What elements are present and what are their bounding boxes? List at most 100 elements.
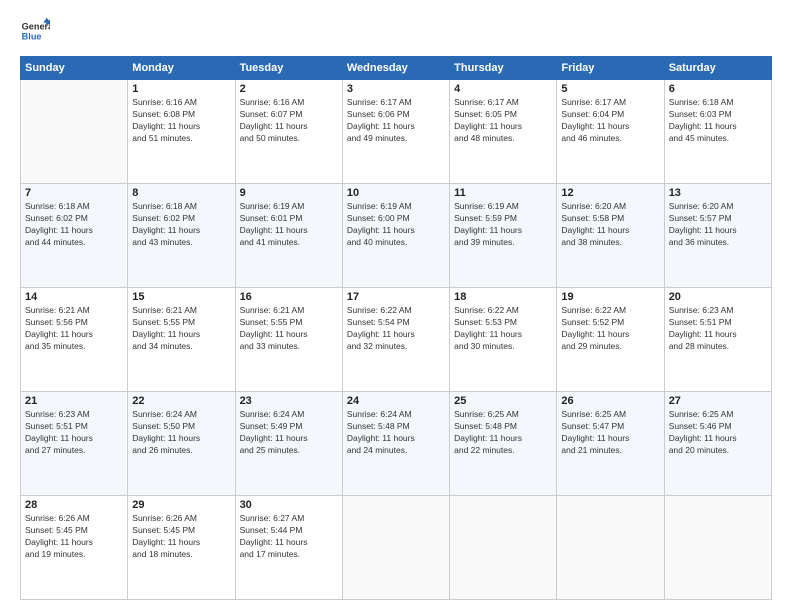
calendar-cell bbox=[664, 496, 771, 600]
day-number: 20 bbox=[669, 291, 767, 303]
week-row-3: 14 Sunrise: 6:21 AM Sunset: 5:56 PM Dayli… bbox=[21, 288, 772, 392]
day-info: Sunrise: 6:19 AM Sunset: 6:01 PM Dayligh… bbox=[240, 201, 338, 249]
day-info: Sunrise: 6:18 AM Sunset: 6:02 PM Dayligh… bbox=[25, 201, 123, 249]
col-header-saturday: Saturday bbox=[664, 57, 771, 80]
week-row-2: 7 Sunrise: 6:18 AM Sunset: 6:02 PM Daylig… bbox=[21, 184, 772, 288]
day-number: 18 bbox=[454, 291, 552, 303]
day-number: 8 bbox=[132, 187, 230, 199]
day-number: 9 bbox=[240, 187, 338, 199]
col-header-thursday: Thursday bbox=[450, 57, 557, 80]
day-number: 19 bbox=[561, 291, 659, 303]
day-number: 14 bbox=[25, 291, 123, 303]
calendar-cell: 18 Sunrise: 6:22 AM Sunset: 5:53 PM Dayli… bbox=[450, 288, 557, 392]
day-info: Sunrise: 6:26 AM Sunset: 5:45 PM Dayligh… bbox=[25, 513, 123, 561]
week-row-1: 1Sunrise: 6:16 AM Sunset: 6:08 PM Daylig… bbox=[21, 80, 772, 184]
day-number: 2 bbox=[240, 83, 338, 95]
day-info: Sunrise: 6:18 AM Sunset: 6:02 PM Dayligh… bbox=[132, 201, 230, 249]
day-number: 23 bbox=[240, 395, 338, 407]
day-info: Sunrise: 6:17 AM Sunset: 6:04 PM Dayligh… bbox=[561, 97, 659, 145]
day-info: Sunrise: 6:19 AM Sunset: 6:00 PM Dayligh… bbox=[347, 201, 445, 249]
calendar-cell: 8 Sunrise: 6:18 AM Sunset: 6:02 PM Daylig… bbox=[128, 184, 235, 288]
day-info: Sunrise: 6:24 AM Sunset: 5:50 PM Dayligh… bbox=[132, 409, 230, 457]
col-header-monday: Monday bbox=[128, 57, 235, 80]
calendar-cell: 24 Sunrise: 6:24 AM Sunset: 5:48 PM Dayli… bbox=[342, 392, 449, 496]
day-number: 15 bbox=[132, 291, 230, 303]
day-info: Sunrise: 6:22 AM Sunset: 5:52 PM Dayligh… bbox=[561, 305, 659, 353]
calendar-body: 1Sunrise: 6:16 AM Sunset: 6:08 PM Daylig… bbox=[21, 80, 772, 600]
calendar-cell: 17 Sunrise: 6:22 AM Sunset: 5:54 PM Dayli… bbox=[342, 288, 449, 392]
calendar-cell: 30 Sunrise: 6:27 AM Sunset: 5:44 PM Dayli… bbox=[235, 496, 342, 600]
svg-text:Blue: Blue bbox=[22, 31, 42, 41]
day-info: Sunrise: 6:25 AM Sunset: 5:46 PM Dayligh… bbox=[669, 409, 767, 457]
week-row-4: 21 Sunrise: 6:23 AM Sunset: 5:51 PM Dayli… bbox=[21, 392, 772, 496]
calendar-cell: 29Sunrise: 6:26 AM Sunset: 5:45 PM Dayli… bbox=[128, 496, 235, 600]
calendar-cell: 26 Sunrise: 6:25 AM Sunset: 5:47 PM Dayli… bbox=[557, 392, 664, 496]
day-number: 16 bbox=[240, 291, 338, 303]
col-header-wednesday: Wednesday bbox=[342, 57, 449, 80]
day-number: 25 bbox=[454, 395, 552, 407]
calendar-cell: 3 Sunrise: 6:17 AM Sunset: 6:06 PM Daylig… bbox=[342, 80, 449, 184]
calendar-cell bbox=[450, 496, 557, 600]
day-number: 11 bbox=[454, 187, 552, 199]
day-number: 5 bbox=[561, 83, 659, 95]
calendar-cell: 16Sunrise: 6:21 AM Sunset: 5:55 PM Dayli… bbox=[235, 288, 342, 392]
day-info: Sunrise: 6:21 AM Sunset: 5:56 PM Dayligh… bbox=[25, 305, 123, 353]
day-number: 24 bbox=[347, 395, 445, 407]
col-header-friday: Friday bbox=[557, 57, 664, 80]
day-number: 12 bbox=[561, 187, 659, 199]
svg-text:General: General bbox=[22, 21, 50, 31]
calendar-header-row: SundayMondayTuesdayWednesdayThursdayFrid… bbox=[21, 57, 772, 80]
calendar-cell: 2Sunrise: 6:16 AM Sunset: 6:07 PM Daylig… bbox=[235, 80, 342, 184]
calendar-cell: 21 Sunrise: 6:23 AM Sunset: 5:51 PM Dayli… bbox=[21, 392, 128, 496]
day-info: Sunrise: 6:20 AM Sunset: 5:57 PM Dayligh… bbox=[669, 201, 767, 249]
col-header-sunday: Sunday bbox=[21, 57, 128, 80]
calendar-cell: 9 Sunrise: 6:19 AM Sunset: 6:01 PM Daylig… bbox=[235, 184, 342, 288]
day-info: Sunrise: 6:21 AM Sunset: 5:55 PM Dayligh… bbox=[132, 305, 230, 353]
calendar-cell: 20 Sunrise: 6:23 AM Sunset: 5:51 PM Dayli… bbox=[664, 288, 771, 392]
day-number: 30 bbox=[240, 499, 338, 511]
day-info: Sunrise: 6:20 AM Sunset: 5:58 PM Dayligh… bbox=[561, 201, 659, 249]
day-number: 6 bbox=[669, 83, 767, 95]
day-number: 17 bbox=[347, 291, 445, 303]
calendar-cell bbox=[21, 80, 128, 184]
day-number: 28 bbox=[25, 499, 123, 511]
day-info: Sunrise: 6:25 AM Sunset: 5:48 PM Dayligh… bbox=[454, 409, 552, 457]
day-number: 7 bbox=[25, 187, 123, 199]
day-number: 13 bbox=[669, 187, 767, 199]
calendar-cell: 12 Sunrise: 6:20 AM Sunset: 5:58 PM Dayli… bbox=[557, 184, 664, 288]
day-number: 22 bbox=[132, 395, 230, 407]
calendar-cell: 14 Sunrise: 6:21 AM Sunset: 5:56 PM Dayli… bbox=[21, 288, 128, 392]
calendar-cell: 19 Sunrise: 6:22 AM Sunset: 5:52 PM Dayli… bbox=[557, 288, 664, 392]
calendar-cell: 15 Sunrise: 6:21 AM Sunset: 5:55 PM Dayli… bbox=[128, 288, 235, 392]
calendar-table: SundayMondayTuesdayWednesdayThursdayFrid… bbox=[20, 56, 772, 600]
calendar-cell: 6 Sunrise: 6:18 AM Sunset: 6:03 PM Daylig… bbox=[664, 80, 771, 184]
day-info: Sunrise: 6:24 AM Sunset: 5:48 PM Dayligh… bbox=[347, 409, 445, 457]
day-info: Sunrise: 6:27 AM Sunset: 5:44 PM Dayligh… bbox=[240, 513, 338, 561]
calendar-cell: 27Sunrise: 6:25 AM Sunset: 5:46 PM Dayli… bbox=[664, 392, 771, 496]
calendar-cell bbox=[557, 496, 664, 600]
calendar-cell: 13 Sunrise: 6:20 AM Sunset: 5:57 PM Dayli… bbox=[664, 184, 771, 288]
day-number: 29 bbox=[132, 499, 230, 511]
calendar-cell: 1Sunrise: 6:16 AM Sunset: 6:08 PM Daylig… bbox=[128, 80, 235, 184]
day-info: Sunrise: 6:23 AM Sunset: 5:51 PM Dayligh… bbox=[669, 305, 767, 353]
day-info: Sunrise: 6:16 AM Sunset: 6:08 PM Dayligh… bbox=[132, 97, 230, 145]
day-info: Sunrise: 6:24 AM Sunset: 5:49 PM Dayligh… bbox=[240, 409, 338, 457]
day-number: 10 bbox=[347, 187, 445, 199]
day-number: 26 bbox=[561, 395, 659, 407]
calendar-page: General Blue SundayMondayTuesdayWednesda… bbox=[0, 0, 792, 612]
day-info: Sunrise: 6:17 AM Sunset: 6:06 PM Dayligh… bbox=[347, 97, 445, 145]
day-info: Sunrise: 6:23 AM Sunset: 5:51 PM Dayligh… bbox=[25, 409, 123, 457]
day-info: Sunrise: 6:22 AM Sunset: 5:53 PM Dayligh… bbox=[454, 305, 552, 353]
calendar-cell bbox=[342, 496, 449, 600]
logo: General Blue bbox=[20, 16, 50, 46]
day-info: Sunrise: 6:17 AM Sunset: 6:05 PM Dayligh… bbox=[454, 97, 552, 145]
day-info: Sunrise: 6:25 AM Sunset: 5:47 PM Dayligh… bbox=[561, 409, 659, 457]
day-number: 3 bbox=[347, 83, 445, 95]
calendar-cell: 5 Sunrise: 6:17 AM Sunset: 6:04 PM Daylig… bbox=[557, 80, 664, 184]
day-info: Sunrise: 6:18 AM Sunset: 6:03 PM Dayligh… bbox=[669, 97, 767, 145]
day-number: 21 bbox=[25, 395, 123, 407]
calendar-cell: 25 Sunrise: 6:25 AM Sunset: 5:48 PM Dayli… bbox=[450, 392, 557, 496]
logo-icon: General Blue bbox=[20, 16, 50, 46]
day-info: Sunrise: 6:22 AM Sunset: 5:54 PM Dayligh… bbox=[347, 305, 445, 353]
calendar-cell: 28 Sunrise: 6:26 AM Sunset: 5:45 PM Dayli… bbox=[21, 496, 128, 600]
